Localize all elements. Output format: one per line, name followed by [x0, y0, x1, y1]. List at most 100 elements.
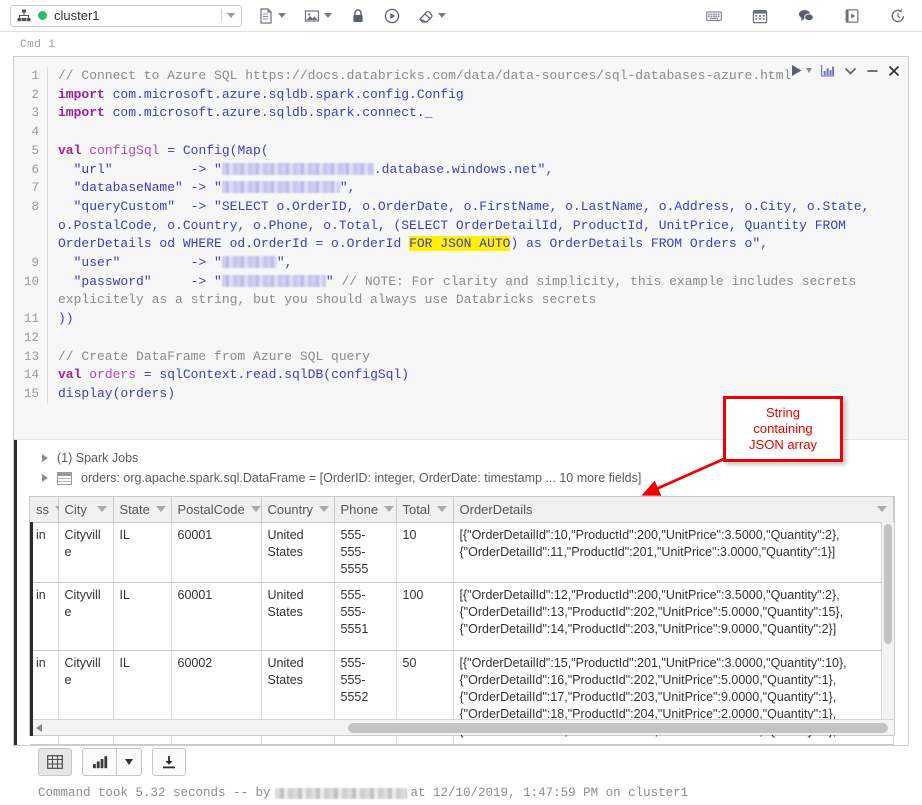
chevron-down-icon[interactable]	[877, 506, 887, 512]
plot-button[interactable]	[82, 748, 116, 776]
table-view-button[interactable]	[38, 748, 72, 776]
code-token-str: "queryCustom"	[74, 199, 175, 214]
picker-divider	[221, 9, 222, 22]
chevron-down-icon[interactable]	[97, 506, 107, 512]
code-token-comment: // Create DataFrame from Azure SQL query	[58, 349, 370, 364]
plot-button-group	[82, 748, 142, 776]
comment-icon	[798, 8, 814, 24]
code-token-plain: -> "SELECT o.OrderID, o.OrderDate, o.Fir…	[175, 199, 869, 214]
callout-line-2: containing	[726, 421, 840, 437]
line-content: OrderDetails od WHERE od.OrderId = o.Ord…	[48, 235, 908, 254]
code-token-str: "url"	[74, 162, 113, 177]
redacted-username	[275, 788, 407, 799]
cell-country: United States	[261, 522, 334, 582]
dataframe-row[interactable]: orders: org.apache.spark.sql.DataFrame =…	[14, 468, 908, 488]
results-table[interactable]: ss City State	[29, 496, 895, 736]
line-number: 7	[14, 179, 48, 198]
cell-total: 100	[396, 582, 453, 650]
code-token-comment: // Connect to Azure SQL https://docs.dat…	[58, 68, 791, 83]
code-line: o.PostalCode, o.Country, o.Phone, o.Tota…	[14, 217, 908, 236]
table-horizontal-scrollbar[interactable]	[30, 719, 894, 735]
chevron-down-icon[interactable]	[324, 13, 332, 18]
line-number: 10	[14, 273, 48, 292]
code-token-plain: .database.windows.net",	[374, 162, 553, 177]
chevron-down-icon	[844, 66, 857, 76]
scroll-left-arrow-icon[interactable]	[36, 724, 42, 732]
plot-options-button[interactable]	[116, 748, 142, 776]
redacted-value	[222, 256, 277, 268]
code-token-plain	[58, 180, 74, 195]
line-number: 15	[14, 385, 48, 404]
code-editor[interactable]: 1// Connect to Azure SQL https://docs.da…	[14, 57, 908, 440]
code-token-plain: ",	[340, 180, 356, 195]
column-header-country[interactable]: Country	[261, 497, 334, 522]
permissions-button[interactable]	[348, 5, 368, 27]
code-line: 4	[14, 123, 908, 142]
column-header-city[interactable]: City	[58, 497, 113, 522]
status-suffix: at 12/10/2019, 1:47:59 PM on cluster1	[411, 786, 689, 800]
dataframe-icon	[57, 472, 72, 485]
table-row[interactable]: in Cityville IL 60001 United States 555-…	[30, 582, 894, 650]
code-line: 13// Create DataFrame from Azure SQL que…	[14, 348, 908, 367]
cell-chart-button[interactable]	[821, 64, 835, 77]
schedule-button[interactable]	[750, 5, 770, 27]
cell-postalcode: 60001	[171, 522, 261, 582]
column-header-total[interactable]: Total	[396, 497, 453, 522]
code-line: OrderDetails od WHERE od.OrderId = o.Ord…	[14, 235, 908, 254]
cluster-selector[interactable]: cluster1	[10, 5, 242, 27]
comments-button[interactable]	[796, 5, 816, 27]
keyboard-shortcuts-button[interactable]	[704, 5, 724, 27]
chevron-down-icon[interactable]	[806, 68, 812, 73]
scrollbar-thumb[interactable]	[348, 723, 888, 733]
table-icon	[47, 755, 63, 769]
column-header-postalcode[interactable]: PostalCode	[171, 497, 261, 522]
file-menu-button[interactable]	[256, 5, 288, 27]
keyboard-icon	[706, 8, 722, 24]
table-row[interactable]: in Cityville IL 60001 United States 555-…	[30, 522, 894, 582]
column-header-phone[interactable]: Phone	[334, 497, 396, 522]
code-token-str: "databaseName"	[74, 180, 183, 195]
chevron-down-icon[interactable]	[384, 506, 394, 512]
run-icon	[790, 64, 803, 77]
chevron-down-icon[interactable]	[438, 13, 446, 18]
expand-triangle-icon[interactable]	[42, 474, 48, 482]
scrollbar-thumb[interactable]	[884, 524, 892, 644]
code-lines[interactable]: 1// Connect to Azure SQL https://docs.da…	[14, 67, 908, 404]
line-number: 6	[14, 161, 48, 180]
chevron-down-icon[interactable]	[227, 13, 235, 18]
cell-toolbar	[790, 64, 900, 77]
code-token-hl: FOR JSON AUTO	[409, 236, 510, 251]
expand-triangle-icon[interactable]	[42, 454, 48, 462]
download-button[interactable]	[152, 748, 186, 776]
revision-history-button[interactable]	[842, 5, 862, 27]
clear-menu-button[interactable]	[416, 5, 448, 27]
line-content: explicitely as a string, but you should …	[48, 291, 908, 310]
history-button[interactable]	[888, 5, 908, 27]
chevron-down-icon[interactable]	[156, 506, 166, 512]
line-content: "user" -> "",	[48, 254, 908, 273]
line-content	[48, 329, 908, 348]
run-cell-button[interactable]	[790, 64, 812, 77]
close-cell-button[interactable]	[888, 65, 900, 77]
toolbar-run-group	[382, 5, 402, 27]
code-token-comment: explicitely as a string, but you should …	[58, 292, 596, 307]
chevron-down-icon[interactable]	[319, 506, 329, 512]
column-header-orderdetails[interactable]: OrderDetails	[453, 497, 894, 522]
minimize-cell-button[interactable]	[866, 66, 879, 76]
chevron-down-icon[interactable]	[437, 506, 447, 512]
view-menu-button[interactable]	[302, 5, 334, 27]
run-all-button[interactable]	[382, 5, 402, 27]
code-token-plain: com.microsoft.azure.sqldb.spark.connect.…	[105, 105, 433, 120]
collapse-cell-button[interactable]	[844, 66, 857, 76]
code-token-plain	[58, 255, 74, 270]
code-token-kw: val	[58, 367, 81, 382]
code-line: 3import com.microsoft.azure.sqldb.spark.…	[14, 104, 908, 123]
column-header-state[interactable]: State	[113, 497, 171, 522]
table-vertical-scrollbar[interactable]	[881, 522, 894, 719]
code-token-kw: import	[58, 87, 105, 102]
code-token-plain: -> "	[113, 162, 222, 177]
chevron-down-icon[interactable]	[251, 506, 261, 512]
line-number	[14, 217, 48, 236]
column-header-address[interactable]: ss	[30, 497, 58, 522]
chevron-down-icon[interactable]	[278, 13, 286, 18]
